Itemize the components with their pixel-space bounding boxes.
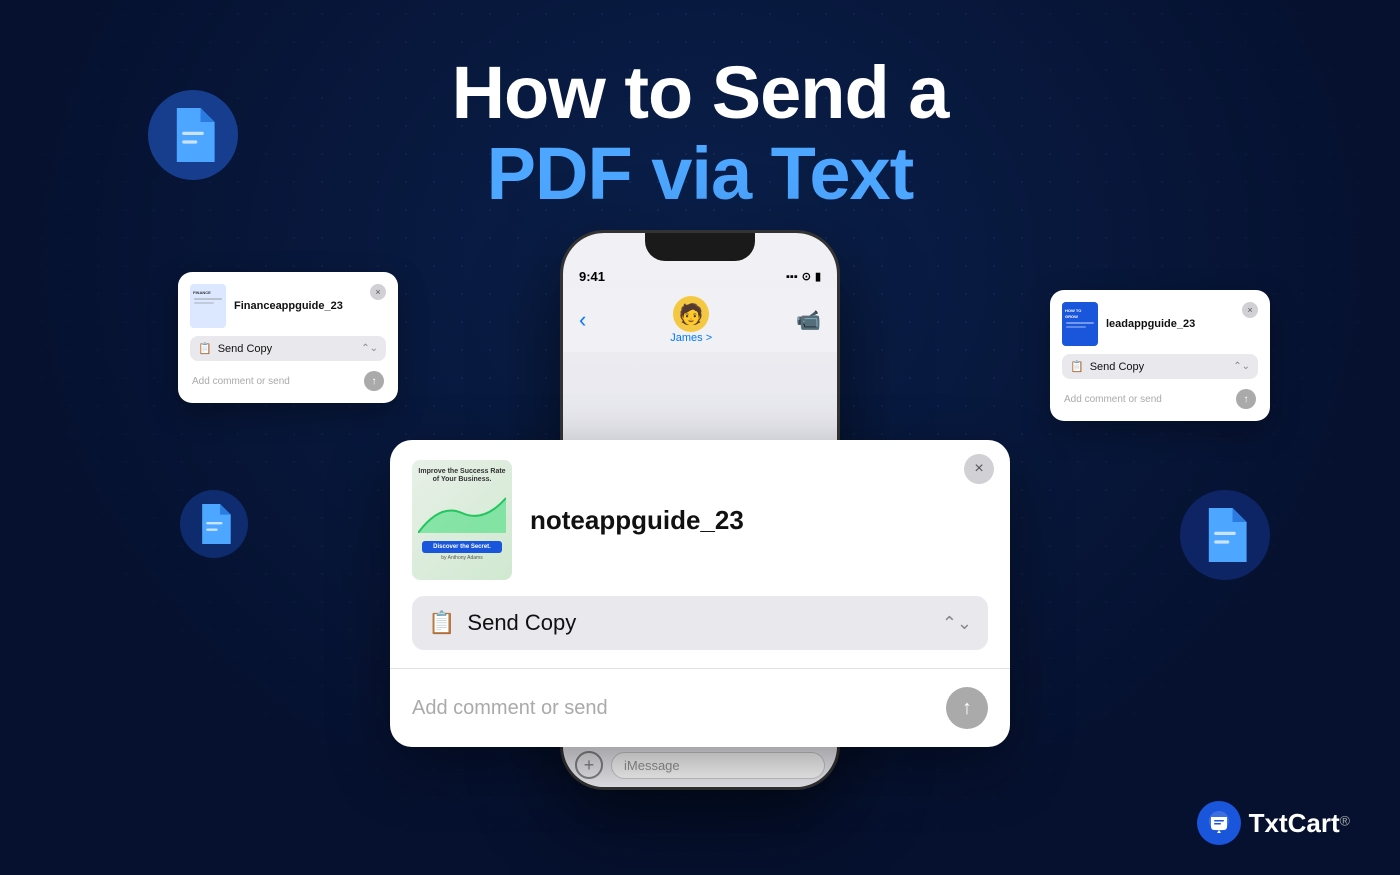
thumb-cta: Discover the Secret. (422, 541, 501, 553)
mini-card-left-close[interactable]: × (370, 284, 386, 300)
main-card-action-row[interactable]: 📋 Send Copy ⌃⌄ (412, 596, 988, 650)
status-time: 9:41 (579, 269, 605, 284)
mini-file-icon-left: 📋 (198, 342, 212, 355)
doc-icon-mid-left (180, 490, 248, 558)
mini-thumb-finance: FINANCE (190, 284, 226, 328)
mini-card-left: FINANCE Financeappguide_23 × 📋 Send Copy… (178, 272, 398, 403)
mini-chevron-right: ⌃⌄ (1233, 361, 1250, 372)
txtcart-name: TxtCart® (1249, 808, 1350, 839)
main-content: How to Send a PDF via Text (0, 0, 1400, 875)
mini-card-right: HOW TO GROW leadappguide_23 × 📋 Send Cop… (1050, 290, 1270, 421)
mini-comment-placeholder-right: Add comment or send (1064, 394, 1236, 405)
mini-card-right-header: HOW TO GROW leadappguide_23 × (1062, 302, 1258, 346)
svg-text:FINANCE: FINANCE (193, 290, 211, 295)
thumb-chart (418, 493, 506, 533)
contact-avatar: 🧑 (673, 296, 709, 332)
registered-mark: ® (1340, 812, 1350, 828)
thumb-bottom: by Anthony Adams (441, 555, 482, 561)
main-card-thumbnail: Improve the Success Rate of Your Busines… (412, 460, 512, 580)
doc-icon-top-left (148, 90, 238, 180)
contact-info: 🧑 James > (670, 296, 712, 344)
wifi-icon: ⊙ (802, 270, 811, 283)
svg-text:GROW: GROW (1065, 314, 1078, 319)
status-icons: ▪▪▪ ⊙ ▮ (786, 270, 821, 283)
svg-text:HOW TO: HOW TO (1065, 308, 1081, 313)
battery-icon: ▮ (815, 270, 821, 283)
action-chevron-icon: ⌃⌄ (942, 613, 972, 634)
phone-header: ‹ 🧑 James > 📹 (563, 288, 837, 352)
back-button[interactable]: ‹ (579, 307, 586, 333)
mini-action-left[interactable]: 📋 Send Copy ⌃⌄ (190, 336, 386, 361)
doc-icon-mid-right (1180, 490, 1270, 580)
mini-send-button-left[interactable]: ↑ (364, 371, 384, 391)
mini-card-left-header: FINANCE Financeappguide_23 × (190, 284, 386, 328)
message-input-bar: + iMessage (563, 742, 837, 787)
mini-action-label-right: Send Copy (1090, 361, 1228, 373)
mini-comment-placeholder-left: Add comment or send (192, 376, 364, 387)
main-card-bottom: Add comment or send ↑ (390, 669, 1010, 747)
mini-filename-right: leadappguide_23 (1106, 318, 1258, 330)
mini-action-label-left: Send Copy (218, 343, 356, 355)
main-card-header: Improve the Success Rate of Your Busines… (390, 440, 1010, 596)
signal-icon: ▪▪▪ (786, 271, 798, 283)
send-copy-label: Send Copy (467, 610, 929, 636)
txtcart-icon (1197, 801, 1241, 845)
mini-send-button-right[interactable]: ↑ (1236, 389, 1256, 409)
imessage-input[interactable]: iMessage (611, 752, 825, 779)
main-share-card: Improve the Success Rate of Your Busines… (390, 440, 1010, 747)
contact-name: James > (670, 332, 712, 344)
txtcart-text: TxtCart (1249, 808, 1340, 838)
send-button[interactable]: ↑ (946, 687, 988, 729)
action-file-icon: 📋 (428, 610, 455, 636)
video-call-icon[interactable]: 📹 (796, 308, 821, 333)
mini-file-icon-right: 📋 (1070, 360, 1084, 373)
mini-filename-left: Financeappguide_23 (234, 300, 386, 312)
main-card-filename: noteappguide_23 (530, 505, 988, 536)
mini-bottom-right: Add comment or send ↑ (1062, 385, 1258, 413)
mini-bottom-left: Add comment or send ↑ (190, 367, 386, 395)
thumb-title: Improve the Success Rate of Your Busines… (418, 468, 506, 485)
phone-notch (645, 233, 755, 261)
mini-action-right[interactable]: 📋 Send Copy ⌃⌄ (1062, 354, 1258, 379)
txtcart-logo: TxtCart® (1197, 801, 1350, 845)
phone-status-bar: 9:41 ▪▪▪ ⊙ ▮ (563, 261, 837, 288)
mini-card-right-close[interactable]: × (1242, 302, 1258, 318)
main-card-close-button[interactable]: × (964, 454, 994, 484)
mini-chevron-left: ⌃⌄ (361, 343, 378, 354)
add-attachment-button[interactable]: + (575, 751, 603, 779)
mini-thumb-lead: HOW TO GROW (1062, 302, 1098, 346)
comment-placeholder: Add comment or send (412, 697, 934, 720)
